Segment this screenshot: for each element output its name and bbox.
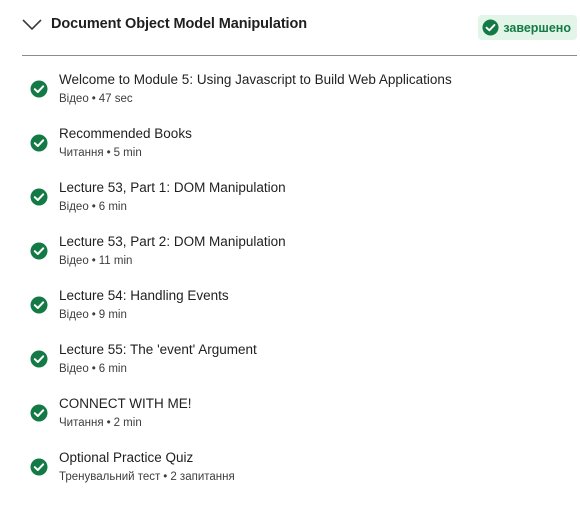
status-label: завершено: [503, 20, 571, 35]
module-section: Document Object Model Manipulation завер…: [0, 0, 580, 483]
item-type: Читання: [59, 147, 104, 159]
item-meta: Відео • 6 min: [59, 363, 127, 375]
separator-dot: •: [91, 201, 96, 213]
item-duration: 2 min: [113, 417, 142, 429]
item-title[interactable]: Lecture 55: The 'event' Argument: [59, 342, 257, 357]
item-duration: 6 min: [98, 201, 127, 213]
item-meta: Тренувальний тест • 2 запитання: [59, 471, 235, 483]
item-list: Welcome to Module 5: Using Javascript to…: [0, 70, 580, 502]
separator-dot: •: [91, 363, 96, 375]
separator-dot: •: [91, 255, 96, 267]
item-title[interactable]: Lecture 53, Part 1: DOM Manipulation: [59, 180, 286, 195]
list-item[interactable]: Lecture 54: Handling Events Відео • 9 min: [0, 286, 580, 340]
item-title[interactable]: Recommended Books: [59, 126, 192, 141]
item-meta: Відео • 6 min: [59, 201, 127, 213]
status-badge: завершено: [478, 15, 577, 40]
item-title[interactable]: CONNECT WITH ME!: [59, 396, 192, 411]
module-header[interactable]: Document Object Model Manipulation завер…: [22, 0, 577, 56]
item-duration: 9 min: [98, 309, 127, 321]
separator-dot: •: [163, 471, 168, 483]
list-item[interactable]: Optional Practice Quiz Тренувальний тест •…: [0, 448, 580, 502]
item-meta: Відео • 11 min: [59, 255, 132, 267]
item-type: Відео: [59, 201, 89, 213]
item-type: Відео: [59, 309, 89, 321]
separator-dot: •: [91, 93, 96, 105]
chevron-down-icon[interactable]: [22, 17, 42, 31]
item-duration: 6 min: [98, 363, 127, 375]
item-title[interactable]: Welcome to Module 5: Using Javascript to…: [59, 72, 452, 87]
check-circle-icon: [30, 458, 48, 476]
item-meta: Відео • 9 min: [59, 309, 127, 321]
separator-dot: •: [91, 309, 96, 321]
item-title[interactable]: Lecture 53, Part 2: DOM Manipulation: [59, 234, 286, 249]
item-type: Відео: [59, 255, 89, 267]
module-title: Document Object Model Manipulation: [51, 16, 307, 32]
check-circle-icon: [30, 404, 48, 422]
item-type: Тренувальний тест: [59, 471, 161, 483]
list-item[interactable]: Recommended Books Читання • 5 min: [0, 124, 580, 178]
item-meta: Відео • 47 sec: [59, 93, 133, 105]
separator-dot: •: [106, 147, 111, 159]
item-type: Відео: [59, 363, 89, 375]
item-type: Читання: [59, 417, 104, 429]
list-item[interactable]: CONNECT WITH ME! Читання • 2 min: [0, 394, 580, 448]
item-duration: 47 sec: [98, 93, 133, 105]
check-circle-icon: [30, 80, 48, 98]
check-circle-icon: [482, 19, 499, 36]
item-type: Відео: [59, 93, 89, 105]
item-duration: 11 min: [98, 255, 133, 267]
check-circle-icon: [30, 242, 48, 260]
item-duration: 5 min: [113, 147, 142, 159]
check-circle-icon: [30, 188, 48, 206]
check-circle-icon: [30, 350, 48, 368]
list-item[interactable]: Welcome to Module 5: Using Javascript to…: [0, 70, 580, 124]
check-circle-icon: [30, 296, 48, 314]
check-circle-icon: [30, 134, 48, 152]
list-item[interactable]: Lecture 53, Part 2: DOM Manipulation Віде…: [0, 232, 580, 286]
item-duration: 2 запитання: [170, 471, 235, 483]
item-title[interactable]: Lecture 54: Handling Events: [59, 288, 229, 303]
item-meta: Читання • 2 min: [59, 417, 142, 429]
list-item[interactable]: Lecture 55: The 'event' Argument Відео • 6 …: [0, 340, 580, 394]
list-item[interactable]: Lecture 53, Part 1: DOM Manipulation Віде…: [0, 178, 580, 232]
item-meta: Читання • 5 min: [59, 147, 142, 159]
item-title[interactable]: Optional Practice Quiz: [59, 450, 193, 465]
separator-dot: •: [106, 417, 111, 429]
